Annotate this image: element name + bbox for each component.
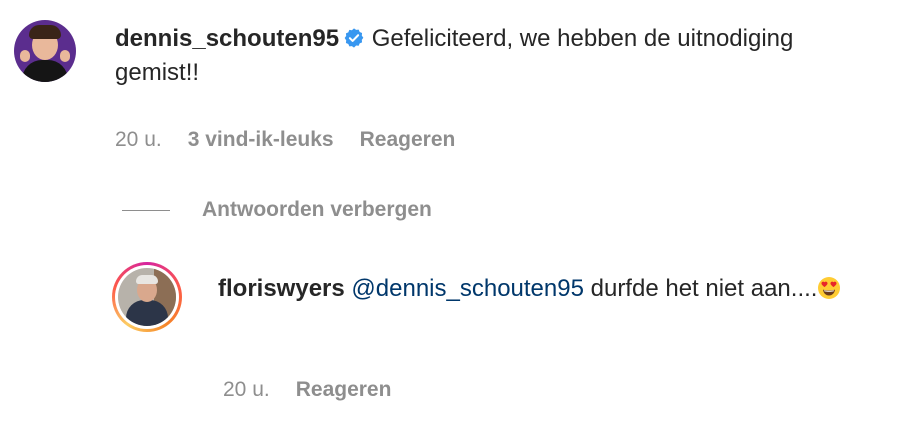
comment-text: dennis_schouten95 Gefeliciteerd, we hebb… (115, 22, 855, 90)
avatar-story-ring[interactable] (112, 262, 182, 332)
comment-time[interactable]: 20 u. (115, 128, 162, 152)
divider-line (122, 209, 170, 211)
avatar-image (118, 268, 176, 326)
comment-meta: 20 u. 3 vind-ik-leuks Reageren (115, 128, 455, 152)
likes-count-button[interactable]: 3 vind-ik-leuks (188, 128, 334, 152)
reply-text: floriswyers @dennis_schouten95 durfde he… (218, 272, 898, 306)
story-ring (112, 262, 182, 332)
reply-time[interactable]: 20 u. (223, 378, 270, 402)
comment-username[interactable]: dennis_schouten95 (115, 25, 339, 52)
heart-eyes-emoji-icon (818, 277, 841, 299)
avatar-image (14, 20, 76, 82)
reply-username[interactable]: floriswyers (218, 275, 345, 302)
reply-body: durfde het niet aan.... (583, 275, 818, 302)
hide-replies-button[interactable]: Antwoorden verbergen (122, 198, 432, 222)
reply-button[interactable]: Reageren (296, 378, 392, 402)
reply-button[interactable]: Reageren (360, 128, 456, 152)
avatar[interactable] (14, 20, 76, 82)
hide-replies-label: Antwoorden verbergen (202, 198, 432, 221)
verified-badge-icon (344, 28, 364, 48)
reply-meta: 20 u. Reageren (223, 378, 391, 402)
mention-link[interactable]: @dennis_schouten95 (351, 275, 584, 302)
